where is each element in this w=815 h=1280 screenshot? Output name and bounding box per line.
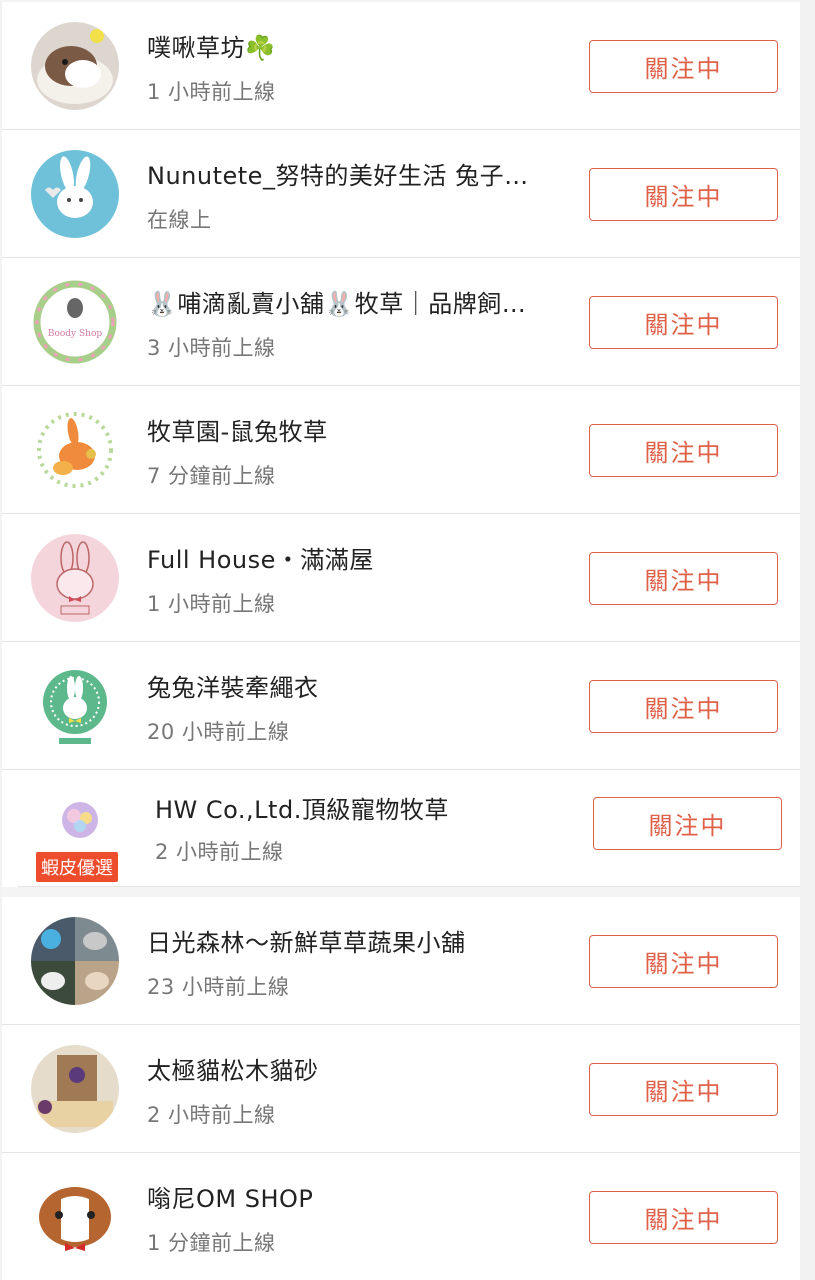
- shop-avatar[interactable]: [31, 22, 119, 110]
- shop-avatar[interactable]: [31, 1045, 119, 1133]
- shop-avatar[interactable]: 蝦皮優選: [30, 780, 130, 882]
- following-button[interactable]: 關注中: [589, 552, 778, 605]
- shop-row[interactable]: Boody Shop 🐰哺滴亂賣小舖🐰牧草｜品牌飼… 3 小時前上線 關注中: [2, 258, 800, 386]
- shop-row[interactable]: Full House・滿滿屋 1 小時前上線 關注中: [2, 514, 800, 642]
- shop-row[interactable]: 太極貓松木貓砂 2 小時前上線 關注中: [2, 1025, 800, 1153]
- following-button[interactable]: 關注中: [589, 1191, 778, 1244]
- shop-name-text: 噗啾草坊: [147, 34, 245, 62]
- shop-status: 3 小時前上線: [147, 336, 276, 360]
- shop-avatar[interactable]: [31, 662, 119, 750]
- shop-status: 2 小時前上線: [147, 1103, 276, 1127]
- shop-status: 1 小時前上線: [147, 592, 276, 616]
- following-button[interactable]: 關注中: [589, 935, 778, 988]
- shop-name[interactable]: 日光森林～新鮮草草蔬果小舖: [147, 923, 587, 958]
- shop-avatar[interactable]: Boody Shop: [31, 278, 119, 366]
- orange-rabbit-logo-icon: [31, 406, 119, 494]
- shop-avatar[interactable]: [31, 534, 119, 622]
- shop-row[interactable]: 嗡尼OM SHOP 1 分鐘前上線 關注中: [2, 1153, 800, 1280]
- shop-status: 2 小時前上線: [155, 840, 284, 864]
- shop-avatar[interactable]: [31, 1173, 119, 1261]
- shop-row[interactable]: 牧草園-鼠兔牧草 7 分鐘前上線 關注中: [2, 386, 800, 514]
- shop-status: 1 小時前上線: [147, 80, 276, 104]
- shop-status: 7 分鐘前上線: [147, 464, 276, 488]
- following-button[interactable]: 關注中: [593, 797, 782, 850]
- shop-name[interactable]: 噗啾草坊☘️: [147, 28, 587, 63]
- shop-row[interactable]: 日光森林～新鮮草草蔬果小舖 23 小時前上線 關注中: [2, 897, 800, 1025]
- following-button[interactable]: 關注中: [589, 1063, 778, 1116]
- section-divider: [2, 887, 800, 897]
- rabbit-collage-photo-icon: [31, 917, 119, 1005]
- preferred-badge: 蝦皮優選: [36, 852, 118, 882]
- green-rabbit-badge-logo-icon: [31, 662, 119, 750]
- shop-name[interactable]: HW Co.,Ltd.頂級寵物牧草: [155, 790, 595, 825]
- following-button[interactable]: 關注中: [589, 424, 778, 477]
- shop-name[interactable]: 兔兔洋裝牽繩衣: [147, 668, 587, 703]
- shop-status: 在線上: [147, 208, 212, 232]
- shop-status: 20 小時前上線: [147, 720, 290, 744]
- shop-row[interactable]: 噗啾草坊☘️ 1 小時前上線 關注中: [2, 2, 800, 130]
- following-button[interactable]: 關注中: [589, 296, 778, 349]
- cat-litter-photo-icon: [31, 1045, 119, 1133]
- shop-row[interactable]: Nunutete_努特的美好生活 兔子… 在線上 關注中: [2, 130, 800, 258]
- following-button[interactable]: 關注中: [589, 680, 778, 733]
- avatar-text: Boody Shop: [48, 329, 103, 339]
- shop-status: 1 分鐘前上線: [147, 1231, 276, 1255]
- shop-row[interactable]: 蝦皮優選 HW Co.,Ltd.頂級寵物牧草 2 小時前上線 關注中: [18, 770, 800, 887]
- boody-shop-wreath-logo-icon: Boody Shop: [31, 278, 119, 366]
- shop-row[interactable]: 兔兔洋裝牽繩衣 20 小時前上線 關注中: [2, 642, 800, 770]
- shop-status: 23 小時前上線: [147, 975, 290, 999]
- shop-name[interactable]: 🐰哺滴亂賣小舖🐰牧草｜品牌飼…: [147, 284, 587, 319]
- shop-avatar[interactable]: [31, 150, 119, 238]
- clover-icon: ☘️: [245, 34, 276, 62]
- shop-name[interactable]: Full House・滿滿屋: [147, 540, 587, 575]
- shop-avatar[interactable]: [31, 406, 119, 494]
- following-button[interactable]: 關注中: [589, 40, 778, 93]
- shop-follow-list: 噗啾草坊☘️ 1 小時前上線 關注中 Nunutete_努特的美好生活 兔子… …: [2, 0, 800, 1280]
- pink-rabbit-logo-icon: [31, 534, 119, 622]
- shop-name[interactable]: 太極貓松木貓砂: [147, 1051, 587, 1086]
- shop-avatar[interactable]: [31, 917, 119, 1005]
- shop-name[interactable]: 嗡尼OM SHOP: [147, 1179, 587, 1214]
- guinea-pig-cartoon-logo-icon: [31, 1173, 119, 1261]
- following-button[interactable]: 關注中: [589, 168, 778, 221]
- guinea-pig-photo-icon: [31, 22, 119, 110]
- shop-name[interactable]: 牧草園-鼠兔牧草: [147, 412, 587, 447]
- shop-name[interactable]: Nunutete_努特的美好生活 兔子…: [147, 156, 587, 191]
- white-rabbit-logo-icon: [31, 150, 119, 238]
